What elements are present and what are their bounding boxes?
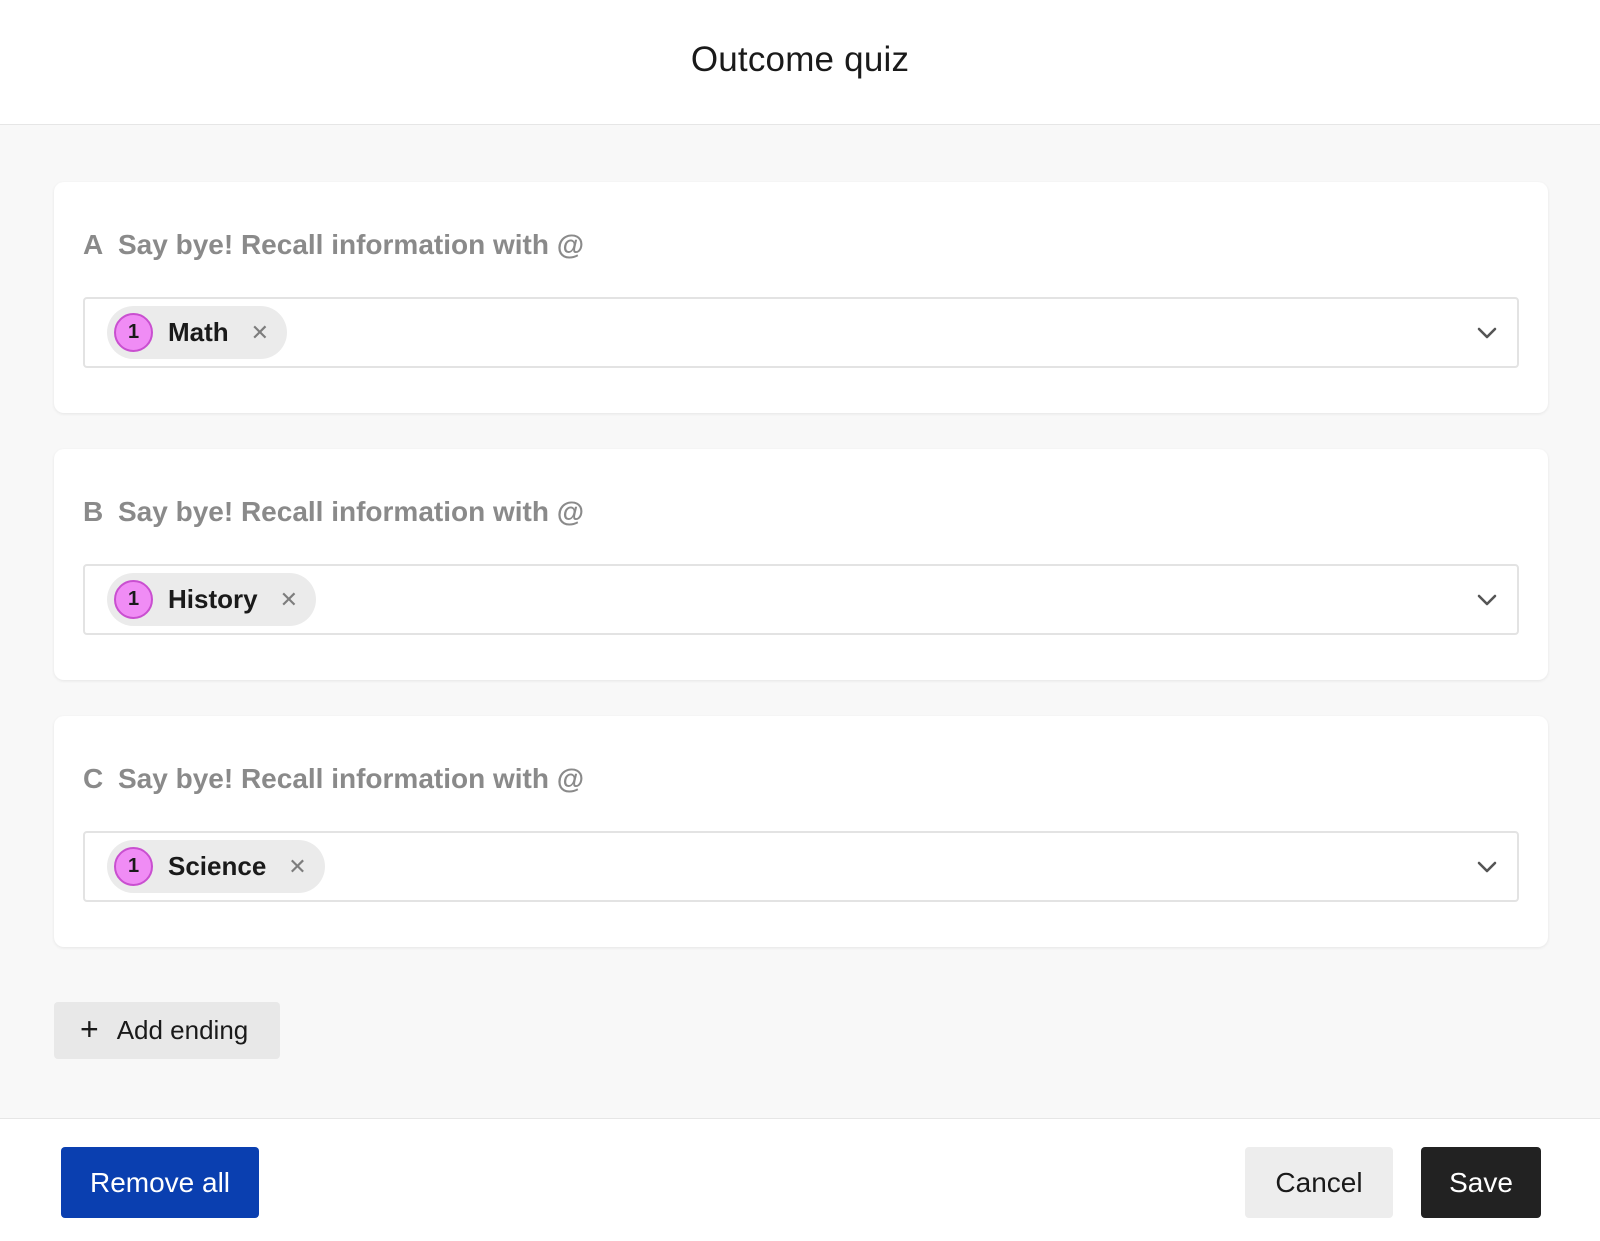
add-ending-button[interactable]: + Add ending xyxy=(54,1002,280,1059)
ending-title: A Say bye! Recall information with @ xyxy=(83,229,584,261)
modal-header: Outcome quiz xyxy=(0,0,1600,125)
cancel-button[interactable]: Cancel xyxy=(1245,1147,1393,1218)
close-icon[interactable]: ✕ xyxy=(288,855,306,878)
outcome-chip: 1 History ✕ xyxy=(107,573,317,626)
chevron-down-icon[interactable] xyxy=(1475,855,1499,879)
ending-letter: A xyxy=(83,229,104,260)
outcome-select[interactable]: 1 Science ✕ xyxy=(83,831,1519,902)
chip-count-badge: 1 xyxy=(114,580,153,619)
chip-count-badge: 1 xyxy=(114,847,153,886)
ending-prompt[interactable]: Say bye! Recall information with @ xyxy=(118,496,584,528)
chevron-down-icon[interactable] xyxy=(1475,321,1499,345)
ending-card-c: C Say bye! Recall information with @ 1 S… xyxy=(54,716,1548,947)
ending-card-b: B Say bye! Recall information with @ 1 H… xyxy=(54,449,1548,680)
outcome-select[interactable]: 1 History ✕ xyxy=(83,564,1519,635)
outcome-chip: 1 Math ✕ xyxy=(107,306,288,359)
ending-prompt[interactable]: Say bye! Recall information with @ xyxy=(118,763,584,795)
ending-letter: C xyxy=(83,763,104,794)
chevron-down-icon[interactable] xyxy=(1475,588,1499,612)
outcome-chip: 1 Science ✕ xyxy=(107,840,325,893)
remove-all-button[interactable]: Remove all xyxy=(61,1147,259,1218)
chip-label: History xyxy=(168,584,258,614)
chip-count-badge: 1 xyxy=(114,313,153,352)
ending-letter: B xyxy=(83,496,104,527)
close-icon[interactable]: ✕ xyxy=(251,321,269,344)
ending-title: B Say bye! Recall information with @ xyxy=(83,496,584,528)
add-ending-label: Add ending xyxy=(116,1015,249,1045)
ending-card-a: A Say bye! Recall information with @ 1 M… xyxy=(54,182,1548,413)
modal-body: A Say bye! Recall information with @ 1 M… xyxy=(0,125,1600,1118)
modal-footer: Remove all Cancel Save xyxy=(0,1118,1600,1241)
ending-title: C Say bye! Recall information with @ xyxy=(83,763,584,795)
outcome-quiz-modal: Outcome quiz A Say bye! Recall informati… xyxy=(0,0,1600,1241)
plus-icon: + xyxy=(80,1010,99,1047)
chip-label: Math xyxy=(168,317,229,347)
ending-prompt[interactable]: Say bye! Recall information with @ xyxy=(118,229,584,261)
outcome-select[interactable]: 1 Math ✕ xyxy=(83,297,1519,368)
modal-title: Outcome quiz xyxy=(690,39,910,79)
save-button[interactable]: Save xyxy=(1421,1147,1541,1218)
close-icon[interactable]: ✕ xyxy=(280,588,298,611)
chip-label: Science xyxy=(168,851,267,881)
